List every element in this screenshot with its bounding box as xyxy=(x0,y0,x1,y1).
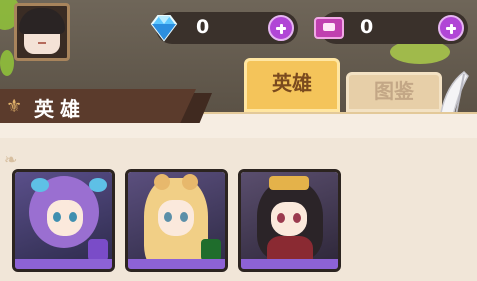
rarity-strip xyxy=(128,259,225,269)
avatar-mouth xyxy=(38,42,46,44)
butterfly-ornament xyxy=(31,178,49,192)
element-badge xyxy=(88,239,108,261)
add-ticket-button[interactable] xyxy=(438,15,464,41)
element-badge xyxy=(201,239,221,261)
hero-eye xyxy=(277,213,285,223)
butterfly-ornament xyxy=(89,178,107,192)
ticket-icon xyxy=(314,17,344,39)
hero-card[interactable] xyxy=(125,169,228,272)
cat-ear xyxy=(154,174,170,190)
ribbon-body xyxy=(0,89,196,123)
corner-ornament: ❧ xyxy=(4,150,18,169)
cat-ear xyxy=(182,174,198,190)
hero-eye xyxy=(180,212,188,222)
tab-codex[interactable]: 图鉴 xyxy=(346,72,442,112)
diamond-counter: 0 xyxy=(150,12,298,44)
hero-eye xyxy=(164,212,172,222)
leaf-decoration xyxy=(0,50,14,76)
hero-card[interactable] xyxy=(238,169,341,272)
ticket-counter: 0 xyxy=(314,12,468,44)
tab-heroes[interactable]: 英雄 xyxy=(244,58,340,112)
tab-heroes-label: 英雄 xyxy=(272,71,312,95)
player-avatar[interactable] xyxy=(14,3,70,61)
avatar-hair xyxy=(19,8,65,34)
rarity-strip xyxy=(241,259,338,269)
hero-eye xyxy=(69,212,77,222)
section-title: 英雄 xyxy=(34,97,86,121)
hero-eye xyxy=(293,213,301,223)
add-diamond-button[interactable] xyxy=(268,15,294,41)
tab-codex-label: 图鉴 xyxy=(374,79,414,103)
ticket-value: 0 xyxy=(360,16,374,38)
diamond-icon xyxy=(150,15,178,42)
crown-ornament xyxy=(269,176,309,190)
fleur-icon: ⚜ xyxy=(6,96,23,117)
diamond-value: 0 xyxy=(196,16,210,38)
hero-eye xyxy=(53,212,61,222)
rarity-strip xyxy=(15,259,112,269)
hero-card[interactable] xyxy=(12,169,115,272)
section-ribbon: ⚜ 英雄 xyxy=(0,89,212,127)
